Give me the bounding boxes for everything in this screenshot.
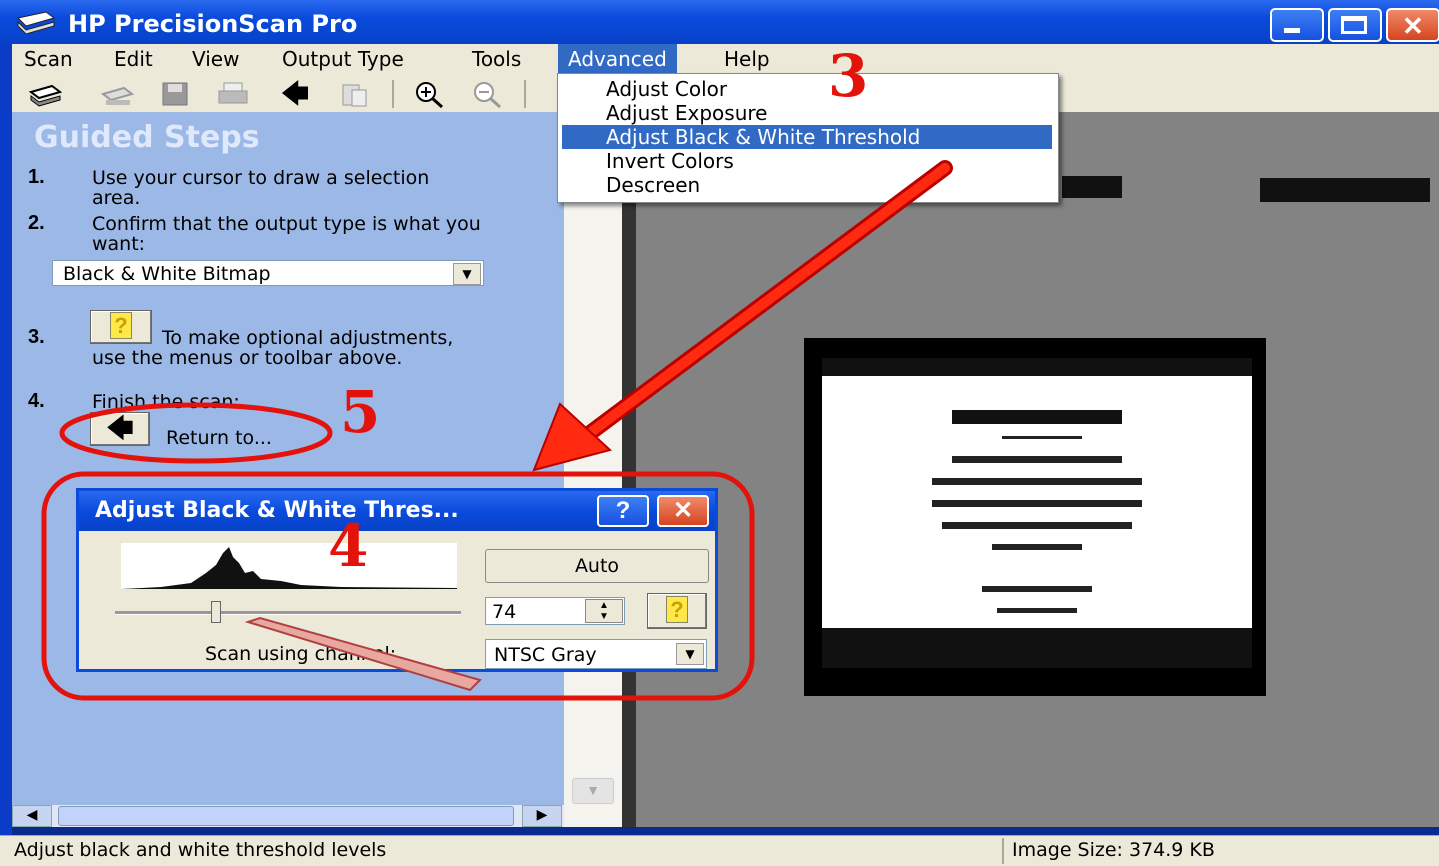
annotation-arrow-head (532, 402, 613, 472)
annotation-number-3: 3 (828, 42, 869, 110)
annotation-number-5: 5 (340, 378, 381, 446)
annotation-ellipse-return (59, 402, 333, 464)
annotation-arrow-highlight (581, 163, 950, 441)
annotation-number-4: 4 (328, 512, 369, 580)
annotation-layer (41, 160, 953, 701)
pen-icon (244, 616, 482, 692)
